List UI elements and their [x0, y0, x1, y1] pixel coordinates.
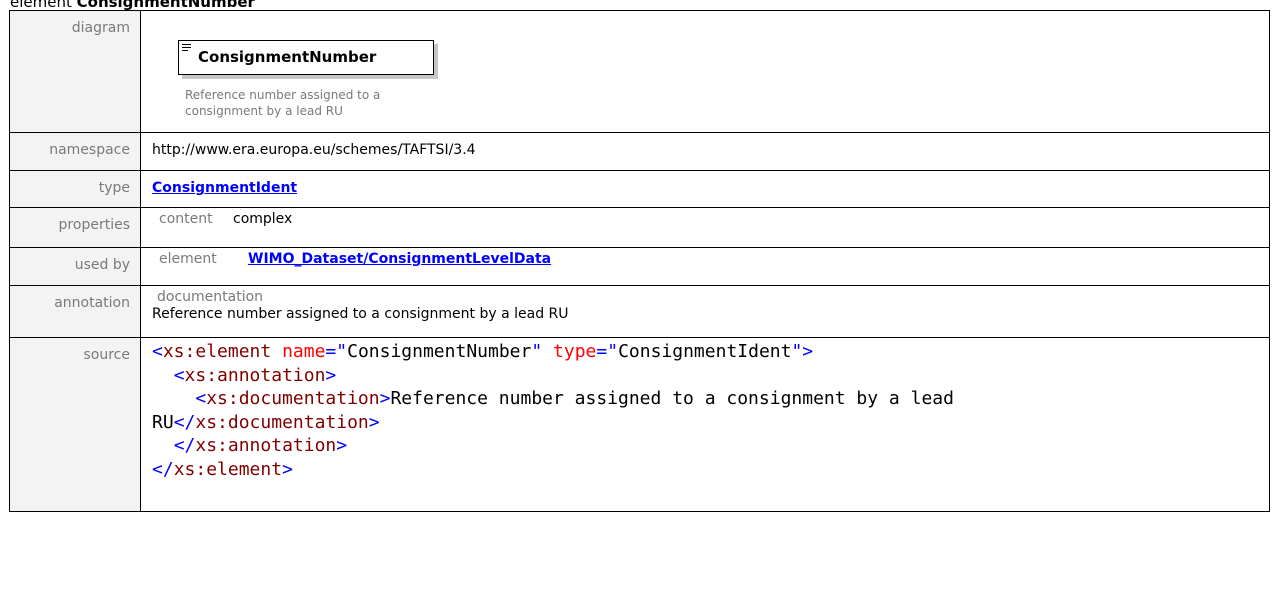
- diagram-description: Reference number assigned to a consignme…: [185, 88, 381, 118]
- properties-value: complex: [233, 211, 293, 227]
- namespace-value: http://www.era.europa.eu/schemes/TAFTSI/…: [140, 132, 1270, 171]
- diagram-cell: ConsignmentNumber Reference number assig…: [140, 10, 1270, 133]
- diagram: ConsignmentNumber Reference number assig…: [152, 20, 452, 130]
- label-properties: properties: [9, 207, 141, 248]
- label-used-by: used by: [9, 247, 141, 286]
- row-diagram: diagram ConsignmentNumber Reference numb…: [9, 10, 1270, 133]
- diagram-element-box[interactable]: ConsignmentNumber: [178, 40, 434, 75]
- simple-content-icon: [182, 44, 191, 52]
- label-annotation: annotation: [9, 285, 141, 338]
- row-properties: properties content complex: [9, 207, 1270, 248]
- used-by-link[interactable]: WIMO_Dataset/ConsignmentLevelData: [248, 251, 551, 267]
- annotation-cell: documentation Reference number assigned …: [140, 285, 1270, 338]
- label-type: type: [9, 170, 141, 208]
- row-source: source <xs:element name="ConsignmentNumb…: [9, 337, 1270, 512]
- properties-cell: content complex: [140, 207, 1270, 248]
- annotation-key: documentation: [157, 289, 264, 305]
- label-namespace: namespace: [9, 132, 141, 171]
- diagram-element-name: ConsignmentNumber: [198, 48, 377, 66]
- row-type: type ConsignmentIdent: [9, 170, 1270, 208]
- properties-key: content: [159, 211, 213, 227]
- row-namespace: namespace http://www.era.europa.eu/schem…: [9, 132, 1270, 171]
- row-used-by: used by element WIMO_Dataset/ConsignmentL…: [9, 247, 1270, 286]
- label-diagram: diagram: [9, 10, 141, 133]
- source-code: <xs:element name="ConsignmentNumber" typ…: [152, 341, 954, 480]
- used-by-cell: element WIMO_Dataset/ConsignmentLevelData: [140, 247, 1270, 286]
- type-link[interactable]: ConsignmentIdent: [152, 180, 297, 196]
- type-cell: ConsignmentIdent: [140, 170, 1270, 208]
- row-annotation: annotation documentation Reference numbe…: [9, 285, 1270, 338]
- annotation-text: Reference number assigned to a consignme…: [152, 306, 569, 322]
- source-cell: <xs:element name="ConsignmentNumber" typ…: [140, 337, 1270, 512]
- label-source: source: [9, 337, 141, 512]
- used-by-key: element: [159, 251, 217, 267]
- element-doc-table: diagram ConsignmentNumber Reference numb…: [9, 10, 1270, 512]
